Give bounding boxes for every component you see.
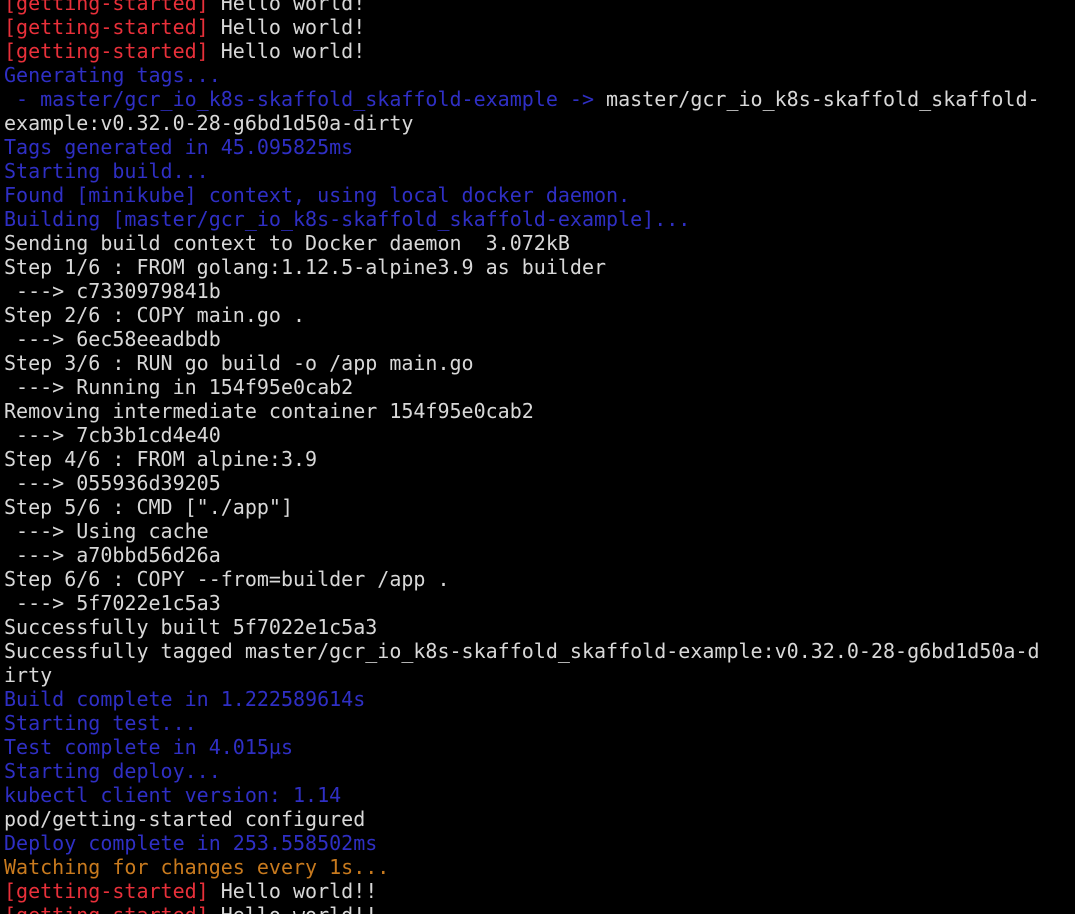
terminal-output[interactable]: [getting-started] Hello world! [getting-s… <box>0 0 1075 914</box>
terminal-text: [getting-started] <box>4 0 209 15</box>
terminal-text: example:v0.32.0-28-g6bd1d50a-dirty <box>4 111 414 135</box>
terminal-text: Test complete in 4.015µs <box>4 735 293 759</box>
terminal-line: Starting build... <box>4 159 1075 183</box>
terminal-text: Successfully built 5f7022e1c5a3 <box>4 615 378 639</box>
terminal-text: ---> Running in 154f95e0cab2 <box>4 375 354 399</box>
terminal-text: Step 5/6 : CMD ["./app"] <box>4 495 293 519</box>
terminal-line: Build complete in 1.222589614s <box>4 687 1075 711</box>
terminal-text: ---> 5f7022e1c5a3 <box>4 591 221 615</box>
terminal-text: [getting-started] <box>4 39 209 63</box>
terminal-text: Step 2/6 : COPY main.go . <box>4 303 306 327</box>
terminal-line: [getting-started] Hello world! <box>4 15 1075 39</box>
terminal-line: Deploy complete in 253.558502ms <box>4 831 1075 855</box>
terminal-line: Watching for changes every 1s... <box>4 855 1075 879</box>
terminal-line: Step 3/6 : RUN go build -o /app main.go <box>4 351 1075 375</box>
terminal-text: Hello world!! <box>209 903 378 914</box>
terminal-text: Hello world! <box>208 0 366 15</box>
terminal-text: Starting deploy... <box>4 759 221 783</box>
terminal-text: Step 4/6 : FROM alpine:3.9 <box>4 447 318 471</box>
terminal-line: kubectl client version: 1.14 <box>4 783 1075 807</box>
terminal-text: [getting-started] <box>4 15 209 39</box>
terminal-text: irty <box>4 663 53 687</box>
terminal-text: ---> 6ec58eeadbdb <box>4 327 221 351</box>
terminal-text: ---> c7330979841b <box>4 279 221 303</box>
terminal-text: Starting build... <box>4 159 209 183</box>
terminal-text: ---> a70bbd56d26a <box>4 543 221 567</box>
terminal-line: [getting-started] Hello world!! <box>4 879 1075 903</box>
terminal-text: Step 1/6 : FROM golang:1.12.5-alpine3.9 … <box>4 255 607 279</box>
terminal-line: example:v0.32.0-28-g6bd1d50a-dirty <box>4 111 1075 135</box>
terminal-line: Step 1/6 : FROM golang:1.12.5-alpine3.9 … <box>4 255 1075 279</box>
terminal-line: [getting-started] Hello world!! <box>4 903 1075 914</box>
terminal-text: Hello world!! <box>208 879 378 903</box>
terminal-line: Building [master/gcr_io_k8s-skaffold_ska… <box>4 207 1075 231</box>
terminal-text: Building [master/gcr_io_k8s-skaffold_ska… <box>4 207 691 231</box>
terminal-line: Starting deploy... <box>4 759 1075 783</box>
terminal-line: Step 5/6 : CMD ["./app"] <box>4 495 1075 519</box>
terminal-text: - master/gcr_io_k8s-skaffold_skaffold-ex… <box>4 87 595 111</box>
terminal-line: irty <box>4 663 1075 687</box>
terminal-line: Successfully tagged master/gcr_io_k8s-sk… <box>4 639 1075 663</box>
terminal-line: pod/getting-started configured <box>4 807 1075 831</box>
terminal-line: Tags generated in 45.095825ms <box>4 135 1075 159</box>
terminal-line: Found [minikube] context, using local do… <box>4 183 1075 207</box>
terminal-line: Step 2/6 : COPY main.go . <box>4 303 1075 327</box>
terminal-text: ---> 055936d39205 <box>4 471 221 495</box>
terminal-text: Removing intermediate container 154f95e0… <box>4 399 534 423</box>
terminal-line: ---> 7cb3b1cd4e40 <box>4 423 1075 447</box>
terminal-text: [getting-started] <box>4 903 209 914</box>
terminal-line: ---> 055936d39205 <box>4 471 1075 495</box>
terminal-line: ---> c7330979841b <box>4 279 1075 303</box>
terminal-line: Sending build context to Docker daemon 3… <box>4 231 1075 255</box>
terminal-line: Step 6/6 : COPY --from=builder /app . <box>4 567 1075 591</box>
terminal-line: ---> Using cache <box>4 519 1075 543</box>
terminal-text: Tags generated in 45.095825ms <box>4 135 354 159</box>
terminal-text: Build complete in 1.222589614s <box>4 687 366 711</box>
terminal-line: ---> a70bbd56d26a <box>4 543 1075 567</box>
terminal-line: Starting test... <box>4 711 1075 735</box>
terminal-text: Hello world! <box>208 15 366 39</box>
terminal-line: ---> 5f7022e1c5a3 <box>4 591 1075 615</box>
terminal-text: master/gcr_io_k8s-skaffold_skaffold- <box>594 87 1040 111</box>
terminal-text: Deploy complete in 253.558502ms <box>4 831 378 855</box>
terminal-text: Generating tags... <box>4 63 221 87</box>
terminal-text: Step 6/6 : COPY --from=builder /app . <box>4 567 450 591</box>
terminal-text: Sending build context to Docker daemon 3… <box>4 231 570 255</box>
terminal-text: ---> Using cache <box>4 519 209 543</box>
terminal-text: pod/getting-started configured <box>4 807 366 831</box>
terminal-line: Generating tags... <box>4 63 1075 87</box>
terminal-line: - master/gcr_io_k8s-skaffold_skaffold-ex… <box>4 87 1075 111</box>
terminal-text: Successfully tagged master/gcr_io_k8s-sk… <box>4 639 1040 663</box>
terminal-text: Hello world! <box>208 39 366 63</box>
terminal-line: Test complete in 4.015µs <box>4 735 1075 759</box>
terminal-text: Starting test... <box>4 711 197 735</box>
terminal-line: Removing intermediate container 154f95e0… <box>4 399 1075 423</box>
terminal-line: Successfully built 5f7022e1c5a3 <box>4 615 1075 639</box>
terminal-text: kubectl client version: 1.14 <box>4 783 342 807</box>
terminal-line: [getting-started] Hello world! <box>4 39 1075 63</box>
terminal-text: Found [minikube] context, using local do… <box>4 183 631 207</box>
terminal-text: Watching for changes every 1s... <box>4 855 390 879</box>
terminal-text: [getting-started] <box>4 879 209 903</box>
terminal-line: Step 4/6 : FROM alpine:3.9 <box>4 447 1075 471</box>
terminal-text: Step 3/6 : RUN go build -o /app main.go <box>4 351 474 375</box>
terminal-line: [getting-started] Hello world! <box>4 0 1075 15</box>
terminal-line: ---> 6ec58eeadbdb <box>4 327 1075 351</box>
terminal-text: ---> 7cb3b1cd4e40 <box>4 423 221 447</box>
terminal-line: ---> Running in 154f95e0cab2 <box>4 375 1075 399</box>
